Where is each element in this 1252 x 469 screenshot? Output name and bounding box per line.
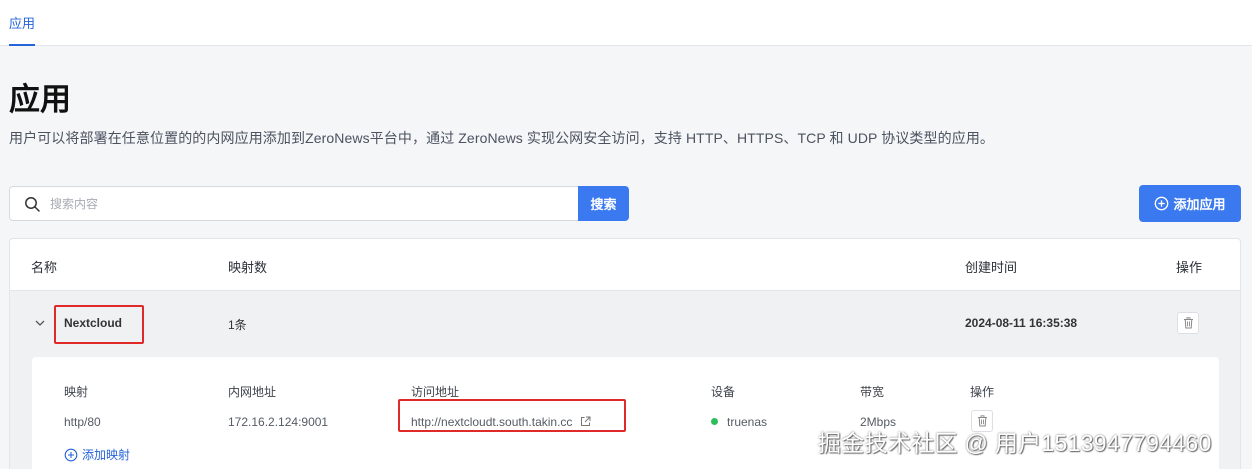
app-name: Nextcloud (64, 316, 123, 330)
access-address-link[interactable]: http://nextcloudt.south.takin.cc (411, 415, 591, 429)
header-name: 名称 (31, 260, 58, 275)
mapping-protocol: http/80 (64, 415, 101, 429)
add-app-label: 添加应用 (1173, 197, 1226, 212)
watermark: 掘金技术社区 @ 用户1513947794460 (818, 430, 1212, 456)
sub-header-device: 设备 (711, 385, 736, 399)
device-status: truenas (711, 415, 767, 429)
sub-header-mapping: 映射 (64, 385, 89, 399)
add-mapping-label: 添加映射 (82, 448, 131, 462)
page-description: 用户可以将部署在任意位置的的内网应用添加到ZeroNews平台中，通过 Zero… (9, 130, 995, 146)
chevron-down-icon[interactable] (34, 317, 46, 329)
add-mapping-button[interactable]: 添加映射 (64, 446, 130, 463)
trash-icon (1183, 317, 1193, 329)
online-status-dot (711, 418, 718, 425)
internal-address: 172.16.2.124:9001 (228, 415, 329, 429)
header-actions: 操作 (1176, 260, 1203, 275)
add-app-button[interactable]: 添加应用 (1139, 185, 1241, 222)
sub-header-access-addr: 访问地址 (411, 385, 460, 399)
search-button[interactable]: 搜索 (578, 186, 629, 221)
page-title: 应用 (9, 82, 71, 117)
search-bar: 搜索 (9, 186, 629, 221)
access-address-text: http://nextcloudt.south.takin.cc (411, 415, 573, 429)
external-link-icon (580, 416, 591, 426)
mapping-count: 1条 (228, 318, 247, 332)
search-input[interactable] (50, 187, 570, 220)
search-icon (25, 197, 40, 212)
sub-header-bandwidth: 带宽 (860, 385, 885, 399)
device-name: truenas (727, 415, 768, 429)
table-header: 名称 映射数 创建时间 操作 (10, 239, 1240, 291)
created-time: 2024-08-11 16:35:38 (965, 316, 1078, 330)
top-nav: 应用 (0, 0, 1252, 46)
table-row[interactable]: Nextcloud 1条 2024-08-11 16:35:38 (10, 291, 1240, 357)
tab-apps[interactable]: 应用 (9, 0, 36, 46)
delete-app-button[interactable] (1177, 312, 1199, 334)
sub-header-internal-addr: 内网地址 (228, 385, 277, 399)
sub-header-actions: 操作 (970, 385, 995, 399)
header-created: 创建时间 (965, 260, 1018, 275)
header-mappings: 映射数 (228, 260, 268, 275)
plus-circle-icon (1155, 196, 1169, 211)
plus-circle-icon (64, 448, 78, 461)
